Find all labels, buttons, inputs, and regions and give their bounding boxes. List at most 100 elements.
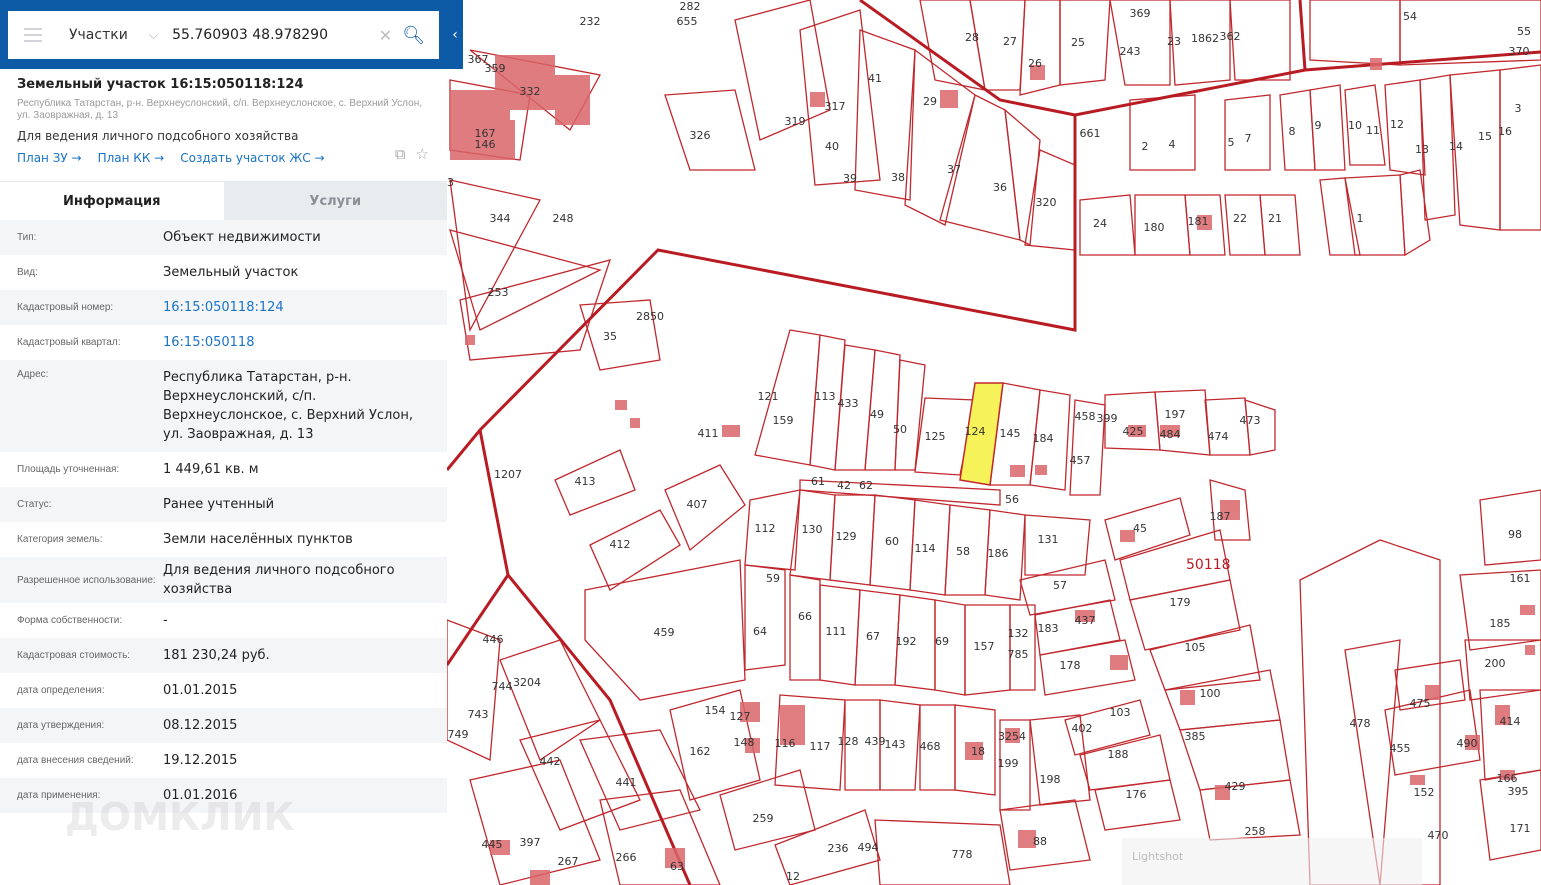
parcel-number-label: 54 [1403, 10, 1417, 23]
info-label: дата внесения сведений: [17, 755, 134, 766]
parcel-number-label: 433 [838, 397, 859, 410]
mode-select[interactable]: Участки [69, 27, 149, 43]
parcel-number-label: 162 [690, 745, 711, 758]
parcel-number-label: 129 [836, 530, 857, 543]
parcel-number-label: 58 [956, 545, 970, 558]
info-row: Адрес: Республика Татарстан, р-н. Верхнеу… [0, 360, 447, 452]
parcel-number-label: 1 [1357, 212, 1364, 225]
plan-zu-link[interactable]: План ЗУ → [17, 151, 82, 165]
parcel-number-label: 98 [1508, 528, 1522, 541]
parcel-number-label: 18 [971, 745, 985, 758]
parcel-number-label: 407 [687, 498, 708, 511]
search-input[interactable]: 55.760903 48.978290 [172, 27, 379, 43]
parcel-number-label: 114 [915, 542, 936, 555]
parcel-number-label: 259 [753, 812, 774, 825]
parcel-number-label: 3254 [998, 730, 1026, 743]
parcel-number-label: 152 [1414, 786, 1435, 799]
building [1035, 465, 1047, 475]
parcel-number-label: 154 [705, 704, 726, 717]
tab-services[interactable]: Услуги [223, 182, 447, 220]
parcel-number-label: 41 [868, 72, 882, 85]
building [1110, 655, 1128, 670]
parcel-number-label: 113 [815, 390, 836, 403]
star-icon[interactable]: ☆ [416, 145, 429, 163]
parcel-number-label: 188 [1108, 748, 1129, 761]
info-value: Земельный участок [163, 265, 299, 280]
parcel-number-label: 744 [492, 680, 513, 693]
parcel-number-label: 457 [1070, 454, 1091, 467]
parcel-number-label: 10 [1348, 119, 1362, 132]
parcel-number-label: 470 [1428, 829, 1449, 842]
create-parcel-link[interactable]: Создать участок ЖС → [180, 151, 324, 165]
info-value: 181 230,24 руб. [163, 648, 270, 663]
info-label: Адрес: [17, 369, 49, 380]
parcel-number-label: 148 [734, 736, 755, 749]
info-label: дата определения: [17, 685, 105, 696]
document-search-icon[interactable]: ⧉ [395, 145, 406, 163]
parcel-number-label: 446 [483, 633, 504, 646]
tab-info[interactable]: Информация [0, 182, 224, 220]
parcel-number-label: 184 [1033, 432, 1054, 445]
parcel-number-label: 5 [1228, 136, 1235, 149]
plan-kk-link[interactable]: План КК → [98, 151, 165, 165]
building [810, 92, 825, 107]
menu-icon[interactable] [24, 28, 42, 42]
parcel-number-label: 743 [468, 708, 489, 721]
parcel-number-label: 45 [1133, 522, 1147, 535]
building [630, 418, 640, 428]
parcel-number-label: 59 [766, 572, 780, 585]
parcel-number-label: 181 [1188, 215, 1209, 228]
parcel-number-label: 370 [1509, 45, 1530, 58]
parcel-number-label: 478 [1350, 717, 1371, 730]
parcel-number-label: 157 [974, 640, 995, 653]
parcel-number-label: 412 [610, 538, 631, 551]
parcel-number-label: 429 [1225, 780, 1246, 793]
building [1410, 775, 1425, 785]
parcel-number-label: 12 [786, 870, 800, 883]
parcel-number-label: 25 [1071, 36, 1085, 49]
info-row: Кадастровый номер: 16:15:050118:124 [0, 290, 447, 325]
parcel-number-label: 236 [828, 842, 849, 855]
parcel-number-label: 442 [540, 755, 561, 768]
info-label: Площадь уточненная: [17, 464, 120, 475]
parcel-number-label: 437 [1075, 614, 1096, 627]
parcel-number-label: 439 [865, 735, 886, 748]
info-row: Форма собственности: - [0, 603, 447, 638]
lightshot-notice: Lightshot [1122, 838, 1422, 885]
parcel-number-label: 55 [1517, 25, 1531, 38]
quarter-label: 50118 [1186, 557, 1231, 573]
parcel-number-label: 414 [1500, 715, 1521, 728]
info-value[interactable]: 16:15:050118:124 [163, 298, 437, 317]
parcel-number-label: 56 [1005, 493, 1019, 506]
parcel-number-label: 661 [1080, 127, 1101, 140]
parcel-number-label: 474 [1208, 430, 1229, 443]
parcel-number-label: 1207 [494, 468, 522, 481]
collapse-panel-button[interactable]: ‹ [447, 0, 463, 69]
parcel-number-label: 253 [488, 286, 509, 299]
parcel-number-label: 455 [1390, 742, 1411, 755]
parcel-number-label: 395 [1508, 785, 1529, 798]
parcel-number-label: 3204 [513, 676, 541, 689]
building [1525, 645, 1535, 655]
parcel-number-label: 171 [1510, 822, 1531, 835]
chevron-down-icon[interactable]: ⌵ [149, 28, 158, 43]
parcel-number-label: 200 [1485, 657, 1506, 670]
parcel-number-label: 317 [825, 100, 846, 113]
parcel-number-label: 63 [670, 860, 684, 873]
parcel-number-label: 131 [1038, 533, 1059, 546]
parcel-number-label: 127 [730, 710, 751, 723]
parcel-number-label: 21 [1268, 212, 1282, 225]
info-row: дата определения: 01.01.2015 [0, 673, 447, 708]
info-row: Кадастровая стоимость: 181 230,24 руб. [0, 638, 447, 673]
search-icon[interactable]: 🔍︎ [402, 25, 425, 46]
parcel-number-label: 192 [896, 635, 917, 648]
parcel-number-label: 166 [1497, 772, 1518, 785]
parcel-number-label: 385 [1185, 730, 1206, 743]
close-icon[interactable]: ✕ [379, 26, 392, 45]
info-value: Земли населённых пунктов [163, 532, 353, 547]
info-label: Кадастровая стоимость: [17, 650, 131, 661]
parcel-number-label: 27 [1003, 35, 1017, 48]
info-value[interactable]: 16:15:050118 [163, 333, 437, 352]
parcel-number-label: 143 [885, 738, 906, 751]
parcel-number-label: 7 [1245, 132, 1252, 145]
